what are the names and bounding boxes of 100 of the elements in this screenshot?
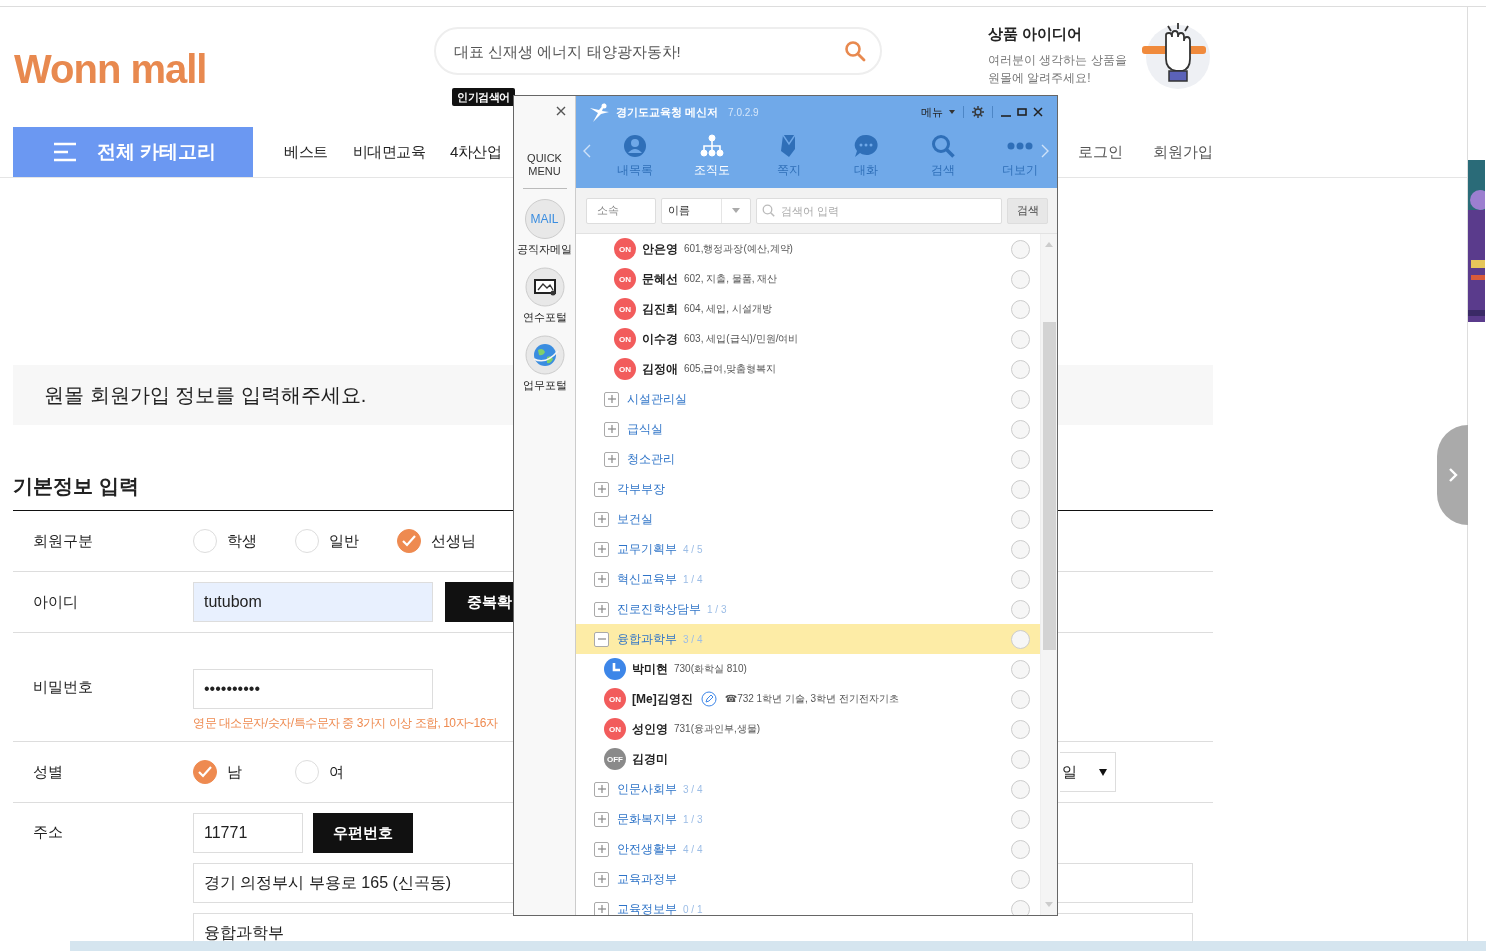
tree-row[interactable]: 교무기획부 4 / 5 xyxy=(576,534,1040,564)
expand-toggle[interactable] xyxy=(594,871,609,887)
close-icon[interactable] xyxy=(1033,107,1043,117)
expand-toggle[interactable] xyxy=(594,571,609,587)
select-checkbox[interactable] xyxy=(1011,299,1030,319)
select-checkbox[interactable] xyxy=(1011,809,1030,829)
expand-toggle[interactable] xyxy=(594,541,609,557)
tree-row[interactable]: 시설관리실 xyxy=(576,384,1040,414)
person-name[interactable]: 박미현 xyxy=(632,660,668,678)
person-name[interactable]: 김정애 xyxy=(642,360,678,378)
option-label[interactable]: 남 xyxy=(227,762,242,782)
select-checkbox[interactable] xyxy=(1011,359,1030,379)
person-name[interactable]: 안은영 xyxy=(642,240,678,258)
tree-row[interactable]: 문화복지부 1 / 3 xyxy=(576,804,1040,834)
chevron-right-icon[interactable] xyxy=(1041,144,1049,158)
expand-toggle[interactable] xyxy=(594,901,609,915)
department-name[interactable]: 급식실 xyxy=(627,420,663,438)
chevron-left-icon[interactable] xyxy=(583,144,591,158)
tree-row[interactable]: ON 안은영 601,행정과장(예산,계약) xyxy=(576,234,1040,264)
select-checkbox[interactable] xyxy=(1011,749,1030,769)
tree-row[interactable]: 각부부장 xyxy=(576,474,1040,504)
department-name[interactable]: 안전생활부 xyxy=(617,840,677,858)
zip-field[interactable]: 11771 xyxy=(193,813,303,853)
expand-toggle[interactable] xyxy=(594,781,609,797)
monitor-icon[interactable] xyxy=(524,267,565,307)
department-name[interactable]: 인문사회부 xyxy=(617,780,677,798)
tree-row[interactable]: OFF 김경미 xyxy=(576,744,1040,774)
department-name[interactable]: 교육과정부 xyxy=(617,870,677,888)
promo-title[interactable]: 상품 아이디어 xyxy=(988,25,1138,44)
search-field[interactable]: 검색어 입력 xyxy=(756,197,1002,224)
scrollbar[interactable] xyxy=(1040,234,1057,915)
department-name[interactable]: 시설관리실 xyxy=(627,390,687,408)
tree-row[interactable]: 인문사회부 3 / 4 xyxy=(576,774,1040,804)
tree-row[interactable]: 진로진학상담부 1 / 3 xyxy=(576,594,1040,624)
select-checkbox[interactable] xyxy=(1011,689,1030,709)
select-checkbox[interactable] xyxy=(1011,449,1030,469)
tree-row[interactable]: ON 이수경 603, 세입(급식)/민원/여비 xyxy=(576,324,1040,354)
department-name[interactable]: 교무기획부 xyxy=(617,540,677,558)
nav-link[interactable]: 베스트 xyxy=(284,142,328,162)
department-name[interactable]: 각부부장 xyxy=(617,480,665,498)
select-checkbox[interactable] xyxy=(1011,419,1030,439)
nav-link[interactable]: 4차산업 xyxy=(450,142,502,162)
department-name[interactable]: 진로진학상담부 xyxy=(617,600,701,618)
radio-button[interactable] xyxy=(397,529,421,553)
tree-row[interactable]: 안전생활부 4 / 4 xyxy=(576,834,1040,864)
person-name[interactable]: 성인영 xyxy=(632,720,668,738)
expand-toggle[interactable] xyxy=(594,511,609,527)
option-label[interactable]: 일반 xyxy=(329,531,359,551)
menu-button[interactable]: 메뉴 xyxy=(921,104,943,120)
account-link[interactable]: 로그인 xyxy=(1078,142,1123,162)
select-checkbox[interactable] xyxy=(1011,509,1030,529)
account-link[interactable]: 회원가입 xyxy=(1153,142,1213,162)
select-checkbox[interactable] xyxy=(1011,569,1030,589)
option-label[interactable]: 선생님 xyxy=(431,531,476,551)
select-checkbox[interactable] xyxy=(1011,839,1030,859)
expand-toggle[interactable] xyxy=(594,481,609,497)
person-name[interactable]: 문혜선 xyxy=(642,270,678,288)
department-name[interactable]: 청소관리 xyxy=(627,450,675,468)
settings-icon[interactable] xyxy=(972,106,984,118)
tree-row[interactable]: 박미현 730(화학실 810) xyxy=(576,654,1040,684)
expand-toggle[interactable] xyxy=(594,841,609,857)
tree-row[interactable]: 융합과학부 3 / 4 xyxy=(576,624,1040,654)
person-name[interactable]: 이수경 xyxy=(642,330,678,348)
pencil-icon[interactable] xyxy=(700,691,717,707)
select-checkbox[interactable] xyxy=(1011,599,1030,619)
select-checkbox[interactable] xyxy=(1011,329,1030,349)
department-name[interactable]: 문화복지부 xyxy=(617,810,677,828)
select-checkbox[interactable] xyxy=(1011,659,1030,679)
person-name[interactable]: 김경미 xyxy=(632,750,668,768)
quick-menu-label[interactable]: 연수포털 xyxy=(522,310,567,325)
department-name[interactable]: 교육정보부 xyxy=(617,900,677,915)
search-icon[interactable] xyxy=(844,40,866,62)
person-name[interactable]: 김진희 xyxy=(642,300,678,318)
select-checkbox[interactable] xyxy=(1011,389,1030,409)
tree-row[interactable]: 급식실 xyxy=(576,414,1040,444)
check-duplicate-button[interactable]: 중복확 xyxy=(445,582,513,622)
expand-toggle[interactable] xyxy=(594,601,609,617)
radio-button[interactable] xyxy=(193,760,217,784)
expand-toggle[interactable] xyxy=(604,421,619,437)
department-name[interactable]: 융합과학부 xyxy=(617,630,677,648)
tree-row[interactable]: 청소관리 xyxy=(576,444,1040,474)
select-checkbox[interactable] xyxy=(1011,269,1030,289)
nav-link[interactable]: 비대면교육 xyxy=(352,142,425,162)
select-checkbox[interactable] xyxy=(1011,869,1030,889)
zip-code-button[interactable]: 우편번호 xyxy=(313,813,413,853)
select-checkbox[interactable] xyxy=(1011,479,1030,499)
select-checkbox[interactable] xyxy=(1011,899,1030,915)
select-checkbox[interactable] xyxy=(1011,719,1030,739)
department-field[interactable]: 소속 xyxy=(586,197,656,224)
select-checkbox[interactable] xyxy=(1011,779,1030,799)
quick-menu-label[interactable]: 업무포털 xyxy=(522,378,567,393)
tree-row[interactable]: ON 김진희 604, 세입, 시설개방 xyxy=(576,294,1040,324)
globe-icon[interactable] xyxy=(524,335,565,375)
department-name[interactable]: 혁신교육부 xyxy=(617,570,677,588)
select-checkbox[interactable] xyxy=(1011,539,1030,559)
day-select[interactable]: 일 xyxy=(1060,752,1116,792)
department-name[interactable]: 보건실 xyxy=(617,510,653,528)
option-label[interactable]: 학생 xyxy=(227,531,257,551)
tree-row[interactable]: ON 김정애 605,급여,맞춤형복지 xyxy=(576,354,1040,384)
close-icon[interactable] xyxy=(556,106,566,116)
